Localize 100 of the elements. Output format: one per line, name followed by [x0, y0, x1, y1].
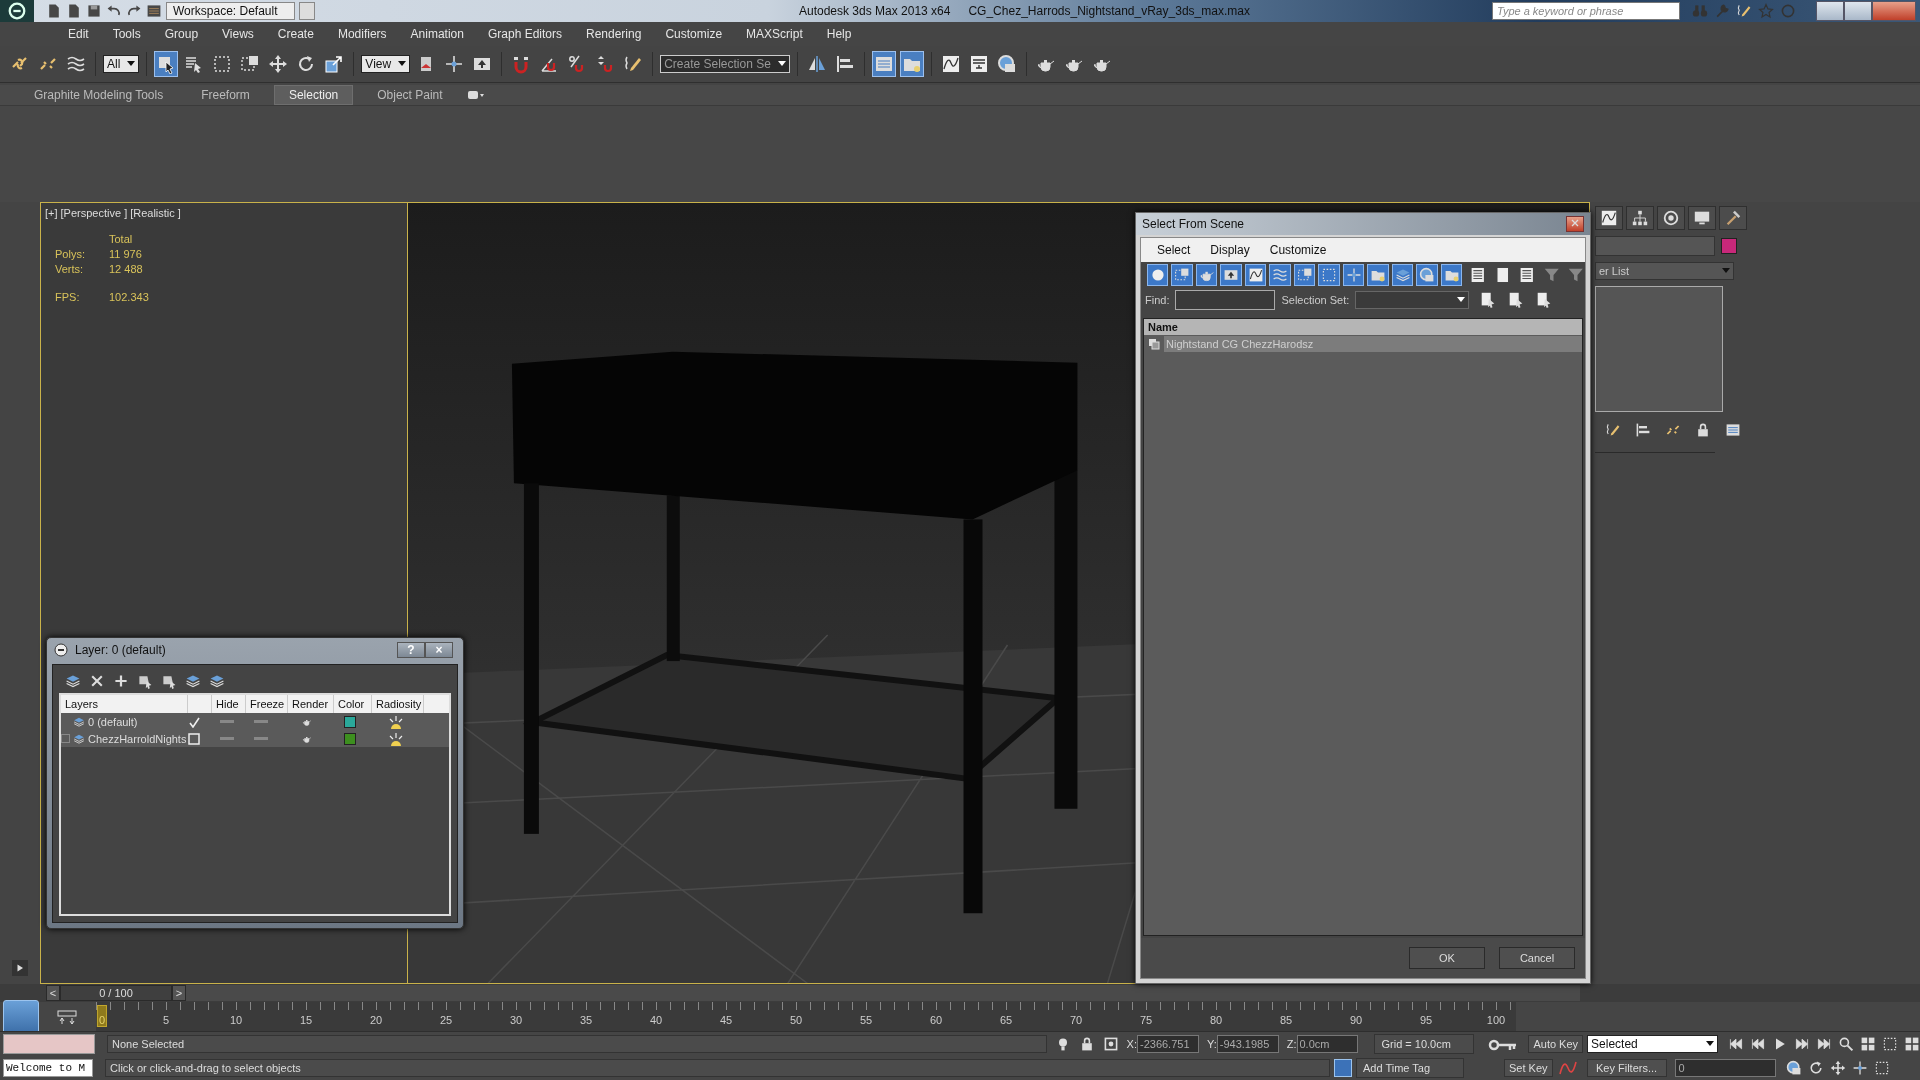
menu-item[interactable]: Views [210, 26, 266, 41]
find-field[interactable] [1175, 290, 1276, 310]
menu-item[interactable]: Group [152, 26, 211, 41]
viewport-menu-label[interactable]: [Realistic ] [130, 206, 181, 219]
menu-item[interactable]: Modifiers [325, 26, 399, 41]
next-key-icon[interactable] [1794, 1036, 1810, 1052]
hide-toggle[interactable] [220, 737, 234, 740]
orbit-icon[interactable] [1807, 1060, 1824, 1076]
zoom-icon[interactable] [1838, 1036, 1854, 1052]
menu-item[interactable]: Graph Editors [475, 26, 574, 41]
menu-item[interactable]: Display [1200, 243, 1260, 257]
delete-icon[interactable] [89, 673, 105, 689]
coordinate-field[interactable]: -2366.751 [1137, 1035, 1199, 1053]
previous-key-icon[interactable] [1750, 1036, 1766, 1052]
display-all-icon[interactable] [1469, 266, 1487, 284]
layer-name[interactable]: ChezzHarroldNights [88, 732, 187, 745]
color-swatch[interactable] [344, 715, 356, 728]
hierarchy-icon[interactable] [1626, 205, 1654, 230]
menu-item[interactable]: Select [1147, 243, 1201, 257]
freeze-layers-icon[interactable] [209, 673, 225, 689]
menu-item[interactable]: Customize [653, 26, 735, 41]
sun-icon[interactable] [388, 731, 404, 746]
freeze-toggle[interactable] [254, 737, 268, 740]
minimize-button[interactable] [1816, 1, 1844, 21]
select-objects-icon[interactable] [137, 673, 153, 689]
dropdown[interactable]: All [103, 54, 140, 73]
modifier-list-dropdown[interactable]: er List [1595, 261, 1734, 280]
current-frame-field[interactable]: 0 [1674, 1059, 1776, 1077]
object-name-field[interactable] [1595, 235, 1715, 256]
square-icon[interactable] [1318, 264, 1340, 286]
menu-item[interactable]: Customize [1259, 243, 1337, 257]
go-to-end-icon[interactable] [1816, 1036, 1832, 1052]
group-icon[interactable] [1293, 264, 1316, 286]
layer-name[interactable]: 0 (default) [88, 715, 138, 728]
close-button[interactable] [1872, 1, 1916, 21]
freeze-toggle[interactable] [254, 720, 268, 723]
add-icon[interactable] [113, 673, 129, 689]
viewport-layout-icon[interactable] [1904, 1036, 1920, 1052]
key-mode-dropdown[interactable]: Selected [1587, 1035, 1718, 1053]
ribbon-tab[interactable]: Freeform [187, 85, 264, 104]
previous-frame-button[interactable]: < [46, 985, 60, 1002]
open-file-icon[interactable] [66, 3, 82, 19]
menu-item[interactable]: Animation [398, 26, 476, 41]
ribbon-tab[interactable]: Object Paint [363, 85, 457, 104]
next-frame-button[interactable]: > [172, 985, 186, 1002]
hide-toggle[interactable] [220, 720, 234, 723]
menu-item[interactable]: Rendering [574, 26, 654, 41]
workspace-dropdown[interactable]: Workspace: Default [166, 2, 295, 20]
menu-item[interactable]: MAXScript [734, 26, 815, 41]
folder-icon[interactable] [899, 50, 924, 77]
coordinate-field[interactable]: 0.0cm [1296, 1035, 1359, 1053]
listener-field[interactable] [3, 1034, 95, 1054]
checkmark-icon[interactable] [188, 715, 200, 728]
menu-item[interactable]: Edit [56, 26, 101, 41]
time-tag-field[interactable]: Add Time Tag [1356, 1058, 1464, 1078]
viewport-menu-label[interactable]: [Perspective ] [60, 206, 128, 219]
maximize-button[interactable] [1844, 1, 1872, 21]
filter-icon[interactable] [1542, 266, 1561, 284]
time-tag-icon[interactable] [1334, 1059, 1352, 1077]
trackbar-toggle-icon[interactable] [56, 1008, 78, 1025]
new-file-icon[interactable] [46, 3, 62, 19]
invert-display-icon[interactable] [1518, 266, 1536, 284]
new-layer-icon[interactable] [65, 673, 81, 689]
star-icon[interactable] [1758, 3, 1774, 19]
color-swatch[interactable] [344, 732, 356, 745]
hammer-icon[interactable] [1719, 205, 1747, 230]
menu-item[interactable]: Help [814, 26, 864, 41]
dialog-button[interactable]: Cancel [1499, 947, 1575, 969]
save-icon[interactable] [86, 3, 102, 19]
auto-key-button[interactable]: Auto Key [1528, 1035, 1584, 1053]
column-header[interactable]: Name [1144, 319, 1582, 335]
key-filters-button[interactable]: Key Filters... [1586, 1059, 1667, 1077]
select-cursor-icon[interactable] [154, 50, 179, 77]
listener-field[interactable]: Welcome to M [3, 1059, 93, 1077]
pan-icon[interactable] [1829, 1060, 1846, 1076]
app-logo-icon[interactable] [0, 0, 34, 22]
target-icon[interactable] [1657, 205, 1685, 230]
zoom-all-icon[interactable] [1860, 1036, 1876, 1052]
search-field[interactable]: Type a keyword or phrase [1492, 2, 1680, 20]
dropdown[interactable]: View [361, 54, 411, 73]
monitor-icon[interactable] [1688, 205, 1716, 230]
ribbon-tab[interactable]: Selection [273, 84, 354, 105]
viewport-menu-label[interactable]: [+] [45, 206, 58, 219]
color-swatch[interactable] [1721, 237, 1737, 254]
list-window-icon[interactable] [871, 50, 896, 77]
ribbon-options-icon[interactable] [466, 88, 485, 101]
filter-options-icon[interactable] [1567, 266, 1585, 284]
checkbox-icon[interactable] [188, 732, 200, 745]
hide-layers-icon[interactable] [185, 673, 201, 689]
highlight-icon[interactable] [161, 673, 177, 689]
coordinate-field[interactable]: -943.1985 [1216, 1035, 1279, 1053]
sun-icon[interactable] [388, 714, 404, 729]
ribbon-tab[interactable]: Graphite Modeling Tools [20, 85, 178, 104]
go-to-start-icon[interactable] [1728, 1036, 1744, 1052]
dialog-button[interactable]: OK [1409, 947, 1485, 969]
dropdown[interactable]: Create Selection Se [660, 54, 790, 73]
menu-item[interactable]: Create [265, 26, 326, 41]
close-icon[interactable] [1566, 216, 1584, 232]
time-slider-thumb[interactable]: 0 / 100 [60, 985, 172, 1002]
menu-item[interactable]: Tools [100, 26, 153, 41]
